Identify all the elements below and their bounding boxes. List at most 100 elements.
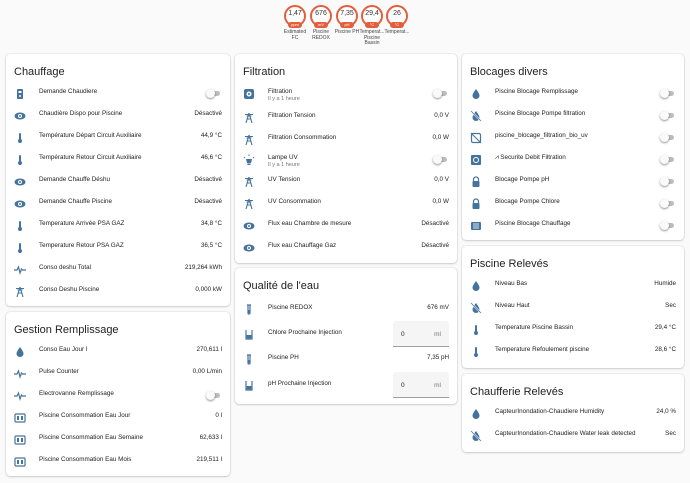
toggle-switch[interactable]	[433, 89, 449, 98]
row-temp-refoulement[interactable]: Temperature Refoulement piscine 28,6 °C	[462, 342, 684, 362]
thermometer-icon	[14, 154, 26, 166]
row-demande-chaudiere[interactable]: Demande Chaudiere	[6, 84, 230, 104]
input-unit: ml	[434, 331, 441, 338]
row-label: Piscine Consommation Eau Mois	[39, 456, 132, 463]
row-conso-deshu-total[interactable]: Conso deshu Total 219,264 kWh	[6, 260, 230, 280]
row-label: Piscine Blocage Pompe filtration	[495, 110, 586, 117]
chlore-injection-input[interactable]: 0 ml	[393, 321, 449, 347]
toggle-switch[interactable]	[206, 391, 222, 400]
row-demande-piscine[interactable]: Demande Chauffe Piscine Désactivé	[6, 194, 230, 214]
pulse-icon	[14, 390, 26, 402]
toggle-switch[interactable]	[660, 199, 676, 208]
lock-icon	[470, 176, 482, 188]
lock-icon	[470, 198, 482, 210]
row-piscine-redox[interactable]: Piscine REDOX 676 mV	[235, 300, 457, 320]
input-value: 0	[401, 382, 405, 389]
toggle-switch[interactable]	[660, 111, 676, 120]
row-label: Demande Chauffe Piscine	[39, 198, 113, 205]
row-conso-eau-jour[interactable]: Conso Eau Jour l 270,611 l	[6, 342, 230, 362]
row-label: pH Prochaine Injection	[268, 380, 332, 387]
row-uv-conso[interactable]: UV Consommation 0,0 W	[235, 194, 457, 214]
badge-label: Estimated FC	[283, 29, 307, 41]
row-piscine-ph[interactable]: Piscine PH 7,35 pH	[235, 350, 457, 370]
transmission-tower-icon	[14, 286, 26, 298]
row-temp-depart[interactable]: Température Départ Circuit Auxiliaire 44…	[6, 128, 230, 148]
toggle-switch[interactable]	[660, 221, 676, 230]
row-lampe-uv[interactable]: Lampe UV Il y a 1 heure	[235, 150, 457, 172]
badge-label: Temperat...	[384, 29, 410, 35]
row-state: 270,611 l	[196, 346, 222, 353]
row-flux-chauffage[interactable]: Flux eau Chauffage Gaz Désactivé	[235, 238, 457, 258]
row-state: 0,00 L/min	[192, 368, 222, 375]
row-state: 676 mV	[427, 304, 449, 311]
row-electrovanne[interactable]: Electrovanne Remplissage	[6, 386, 230, 406]
toggle-switch[interactable]	[660, 177, 676, 186]
row-filtration[interactable]: Filtration Il y a 1 heure	[235, 84, 457, 106]
row-label: Filtration Tension	[268, 112, 316, 119]
row-conso-eau-mois[interactable]: Piscine Consommation Eau Mois 219,511 l	[6, 452, 230, 472]
toggle-switch[interactable]	[206, 89, 222, 98]
row-label: Demande Chauffe Déshu	[39, 176, 110, 183]
row-blocage-chauffage[interactable]: Piscine Blocage Chauffage	[462, 216, 684, 236]
row-label: Filtration Consommation	[268, 134, 337, 141]
row-niveau-haut[interactable]: Niveau Haut Sec	[462, 298, 684, 318]
badge-piscine-ph[interactable]: 7,35 pH Piscine PH	[333, 5, 361, 36]
row-flux-chambre[interactable]: Flux eau Chambre de mesure Désactivé	[235, 216, 457, 236]
row-chlore-injection[interactable]: Chlore Prochaine Injection 0 ml	[235, 321, 457, 347]
row-label: Filtration	[268, 88, 293, 95]
badge-bar: 1,47 ppm Estimated FC 676 mV Piscine REDOX…	[0, 0, 690, 50]
row-blocage-bio-uv[interactable]: piscine_blocage_filtration_bio_uv	[462, 128, 684, 148]
row-label: Temperature Retour PSA GAZ	[39, 242, 124, 249]
row-temp-bassin[interactable]: Temperature Piscine Bassin 29,4 °C	[462, 320, 684, 340]
card-title: Gestion Remplissage	[14, 324, 119, 336]
row-filtration-conso[interactable]: Filtration Consommation 0,0 W	[235, 130, 457, 150]
badge-estimated-fc[interactable]: 1,47 ppm Estimated FC	[281, 5, 309, 41]
row-temp-retour[interactable]: Température Retour Circuit Auxiliaire 46…	[6, 150, 230, 170]
badge-ring: 7,35 pH	[336, 5, 358, 28]
row-state: 0,0 W	[432, 134, 449, 141]
row-conso-eau-semaine[interactable]: Piscine Consommation Eau Semaine 62,633 …	[6, 430, 230, 450]
toggle-switch[interactable]	[660, 155, 676, 164]
row-ph-injection[interactable]: pH Prochaine Injection 0 ml	[235, 372, 457, 398]
row-demande-deshu[interactable]: Demande Chauffe Déshu Désactivé	[6, 172, 230, 192]
transmission-tower-icon	[243, 112, 255, 124]
row-temp-retour-psa[interactable]: Temperature Retour PSA GAZ 36,5 °C	[6, 238, 230, 258]
row-state: 62,633 l	[199, 434, 222, 441]
row-securite-debit[interactable]: ⩘ Securite Debit Filtration	[462, 150, 684, 170]
badge-unit: mV	[314, 22, 328, 28]
row-conso-deshu-piscine[interactable]: Conso Deshu Piscine 0,000 kW	[6, 282, 230, 302]
row-blocage-pompe-chlore[interactable]: Blocage Pompe Chlore	[462, 194, 684, 214]
thermometer-icon	[14, 132, 26, 144]
badge-label: Temperat... Piscine Bassin	[359, 29, 385, 46]
card-blocages-divers: Blocages divers Piscine Blocage Rempliss…	[462, 54, 684, 240]
row-pulse-counter[interactable]: Pulse Counter 0,00 L/min	[6, 364, 230, 384]
card-piscine-releves: Piscine Relevés Niveau Bas Humide Niveau…	[462, 246, 684, 368]
row-filtration-tension[interactable]: Filtration Tension 0,0 V	[235, 108, 457, 128]
row-blocage-pompe-ph[interactable]: Blocage Pompe pH	[462, 172, 684, 192]
row-conso-eau-jour-piscine[interactable]: Piscine Consommation Eau Jour 0 l	[6, 408, 230, 428]
toggle-switch[interactable]	[660, 133, 676, 142]
row-state: Désactivé	[194, 176, 222, 183]
row-niveau-bas[interactable]: Niveau Bas Humide	[462, 276, 684, 296]
ph-injection-input[interactable]: 0 ml	[393, 372, 449, 398]
row-temp-arrivee-psa[interactable]: Temperature Arrivée PSA GAZ 34,8 °C	[6, 216, 230, 236]
row-chaudiere-dispo[interactable]: Chaudière Dispo pour Piscine Désactivé	[6, 106, 230, 126]
row-state: Sec	[665, 430, 676, 437]
row-label: Piscine Blocage Chauffage	[495, 220, 571, 227]
toggle-switch[interactable]	[660, 89, 676, 98]
toggle-switch[interactable]	[433, 155, 449, 164]
row-state: 219,511 l	[196, 456, 222, 463]
row-blocage-pompe-filtration[interactable]: Piscine Blocage Pompe filtration	[462, 106, 684, 126]
row-state: 0,0 V	[434, 112, 449, 119]
row-label: CapteurInondation-Chaudiere Water leak d…	[495, 430, 636, 437]
badge-piscine-redox[interactable]: 676 mV Piscine REDOX	[307, 5, 335, 41]
row-inondation-humidity[interactable]: CapteurInondation-Chaudiere Humidity 24,…	[462, 404, 684, 424]
row-blocage-remplissage[interactable]: Piscine Blocage Remplissage	[462, 84, 684, 104]
row-label: Blocage Pompe Chlore	[495, 198, 560, 205]
badge-temperature-bassin[interactable]: 29,4 °C Temperat... Piscine Bassin	[358, 5, 386, 47]
row-inondation-leak[interactable]: CapteurInondation-Chaudiere Water leak d…	[462, 426, 684, 446]
test-tube-icon	[243, 304, 255, 316]
row-uv-tension[interactable]: UV Tension 0,0 V	[235, 172, 457, 192]
badge-temperature[interactable]: 26 °C Temperat...	[383, 5, 411, 36]
card-title: Blocages divers	[470, 66, 548, 78]
